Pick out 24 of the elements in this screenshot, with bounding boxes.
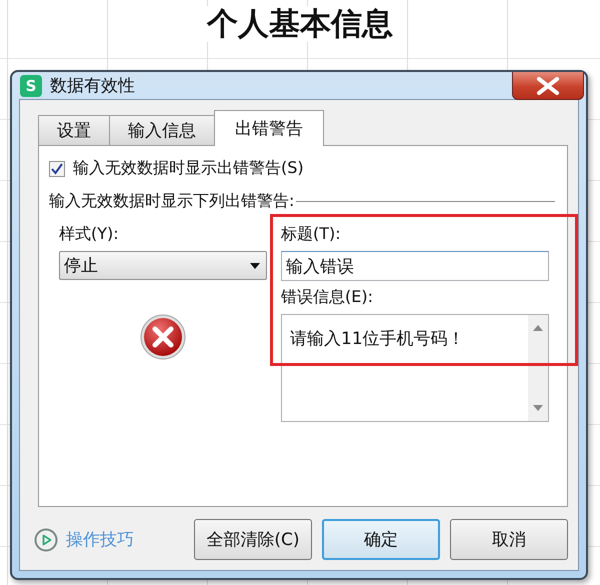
dialog-button[interactable]: 确定 xyxy=(322,519,440,560)
tab[interactable]: 输入信息 xyxy=(109,115,215,145)
dialog-button[interactable]: 全部清除(C) xyxy=(194,519,312,560)
caret-icon xyxy=(250,262,260,268)
field-label: 错误信息(E): xyxy=(281,287,374,308)
field-label: 样式(Y): xyxy=(59,224,120,245)
app-icon: S xyxy=(20,74,42,96)
group-label: 输入无效数据时显示下列出错警告: xyxy=(49,191,294,212)
title-field[interactable]: 输入错误 xyxy=(281,251,549,281)
message-field[interactable]: 请输入11位手机号码！ xyxy=(281,314,549,422)
play-icon xyxy=(34,528,58,552)
window-title: 数据有效性 xyxy=(50,75,135,97)
style-dropdown[interactable]: 停止 xyxy=(59,251,267,280)
field-label: 标题(T): xyxy=(281,224,342,245)
dialog-button[interactable]: 取消 xyxy=(450,519,568,560)
tab[interactable]: 出错警告 xyxy=(214,110,324,146)
tab[interactable]: 设置 xyxy=(38,115,110,145)
checkbox[interactable] xyxy=(49,160,65,176)
scroll-up-icon[interactable] xyxy=(533,325,543,331)
close-icon xyxy=(535,76,561,94)
checkbox-label: 输入无效数据时显示出错警告(S) xyxy=(73,158,304,179)
scroll-down-icon[interactable] xyxy=(533,405,543,411)
close-button[interactable] xyxy=(512,72,584,100)
error-icon xyxy=(140,314,186,360)
